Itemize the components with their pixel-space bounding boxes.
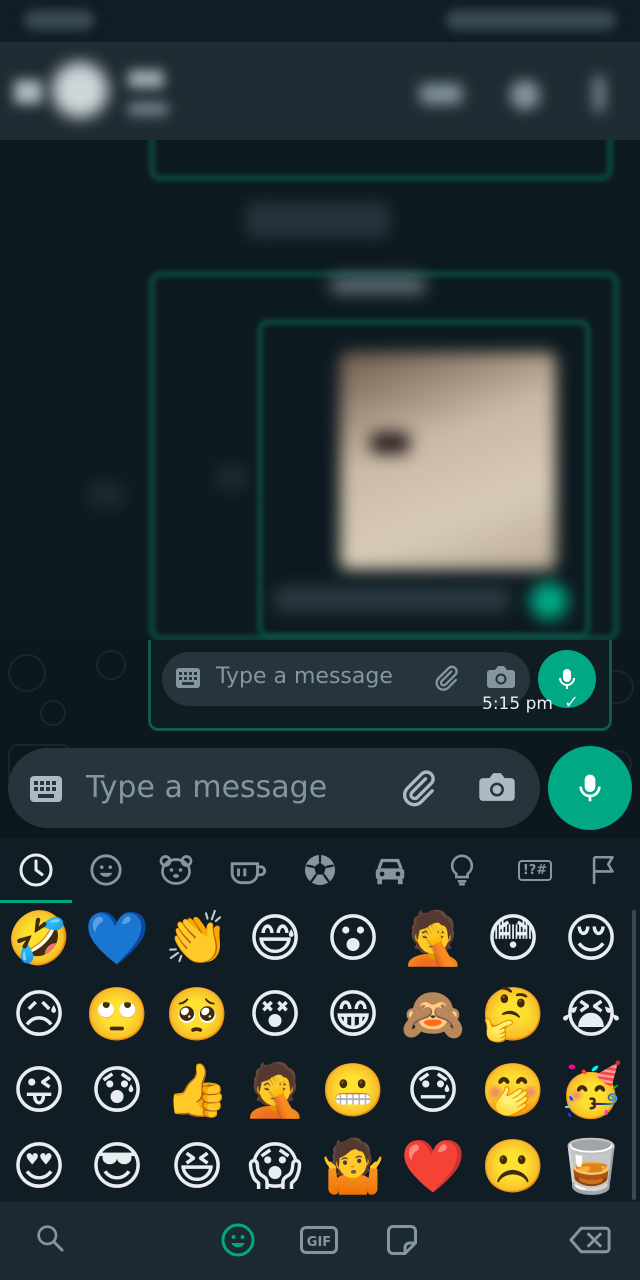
emoji-item[interactable]: 😌 — [556, 904, 626, 974]
keyboard-icon[interactable] — [30, 776, 62, 802]
sent-check-icon: ✓ — [564, 692, 580, 713]
contact-status — [128, 102, 168, 116]
emoji-item[interactable]: 🤭 — [478, 1056, 548, 1126]
back-arrow-icon[interactable] — [14, 80, 42, 104]
mic-icon — [579, 774, 601, 802]
emoji-grid: 🤣 💙 👏 😅 😮 🤦 😳 😌 😥 🙄 🥺 😵 😁 🙈 🤔 😭 😜 😰 👍 🤦 😬 😓 🤭 🥳 😍 😎 😆 😱 🤷 ❤️ ☹️ 🥃 — [0, 904, 640, 1200]
flags-icon[interactable] — [584, 850, 624, 890]
backspace-icon[interactable] — [568, 1222, 612, 1258]
camera-icon[interactable] — [478, 770, 516, 804]
video-call-icon[interactable] — [420, 84, 462, 104]
emoji-item[interactable]: 😓 — [398, 1056, 468, 1126]
emoji-scrollbar[interactable] — [632, 910, 636, 1200]
emoji-item[interactable]: 🥳 — [556, 1056, 626, 1126]
symbols-label: !?# — [517, 859, 553, 881]
contact-name[interactable] — [128, 70, 164, 88]
status-time — [24, 10, 94, 30]
emoji-item[interactable]: 😜 — [4, 1056, 74, 1126]
mini-mic-icon — [559, 669, 575, 689]
emoji-item[interactable]: 🤦 — [240, 1056, 310, 1126]
emoji-item[interactable]: 😮 — [318, 904, 388, 974]
travel-icon[interactable] — [370, 850, 410, 890]
message-placeholder[interactable]: Type a message — [86, 770, 327, 805]
emoji-item[interactable]: 🤣 — [4, 904, 74, 974]
status-icons — [446, 10, 616, 30]
emoji-item[interactable]: 👍 — [162, 1056, 232, 1126]
emoji-item[interactable]: ☹️ — [478, 1132, 548, 1202]
more-options-icon[interactable] — [594, 76, 604, 112]
emoji-item[interactable]: 😅 — [240, 904, 310, 974]
objects-icon[interactable] — [442, 850, 482, 890]
symbols-icon[interactable]: !?# — [514, 850, 556, 890]
search-icon[interactable] — [34, 1222, 66, 1254]
emoji-item[interactable]: 😁 — [318, 980, 388, 1050]
recent-icon[interactable] — [16, 850, 56, 890]
emoji-mode-icon[interactable] — [220, 1222, 256, 1258]
active-tab-indicator — [0, 900, 72, 903]
gif-button[interactable]: GIF — [300, 1226, 338, 1254]
emoji-item[interactable]: ❤️ — [398, 1132, 468, 1202]
emoji-item[interactable]: 😳 — [478, 904, 548, 974]
food-icon[interactable] — [228, 850, 268, 890]
voice-call-icon[interactable] — [510, 80, 540, 110]
message-timestamp: 5:15 pm — [482, 694, 553, 714]
activity-icon[interactable] — [300, 850, 340, 890]
emoji-item[interactable]: 😥 — [4, 980, 74, 1050]
emoji-item[interactable]: 😱 — [240, 1132, 310, 1202]
emoji-item[interactable]: 🥃 — [556, 1132, 626, 1202]
emoji-item[interactable]: 😆 — [162, 1132, 232, 1202]
emoji-item[interactable]: 😭 — [556, 980, 626, 1050]
avatar[interactable] — [52, 62, 108, 118]
sticker-icon[interactable] — [384, 1222, 420, 1258]
emoji-item[interactable]: 🤷 — [318, 1132, 388, 1202]
emoji-item[interactable]: 🙈 — [398, 980, 468, 1050]
attach-icon[interactable] — [398, 768, 438, 808]
emoji-item[interactable]: 😰 — [82, 1056, 152, 1126]
emoji-item[interactable]: 😍 — [4, 1132, 74, 1202]
emoji-item[interactable]: 😬 — [318, 1056, 388, 1126]
smileys-icon[interactable] — [86, 850, 126, 890]
animals-icon[interactable] — [156, 850, 196, 890]
emoji-item[interactable]: 🤦 — [398, 904, 468, 974]
emoji-item[interactable]: 😵 — [240, 980, 310, 1050]
emoji-item[interactable]: 🙄 — [82, 980, 152, 1050]
mini-camera-icon — [487, 666, 515, 688]
mini-attach-icon — [435, 665, 458, 691]
chat-history — [0, 140, 640, 640]
emoji-item[interactable]: 👏 — [162, 904, 232, 974]
emoji-item[interactable]: 💙 — [82, 904, 152, 974]
status-bar — [0, 0, 640, 42]
emoji-item[interactable]: 🤔 — [478, 980, 548, 1050]
mini-placeholder: Type a message — [216, 664, 393, 689]
mic-button[interactable] — [548, 746, 632, 830]
emoji-item[interactable]: 😎 — [82, 1132, 152, 1202]
mini-keyboard-icon — [176, 668, 200, 688]
emoji-item[interactable]: 🥺 — [162, 980, 232, 1050]
